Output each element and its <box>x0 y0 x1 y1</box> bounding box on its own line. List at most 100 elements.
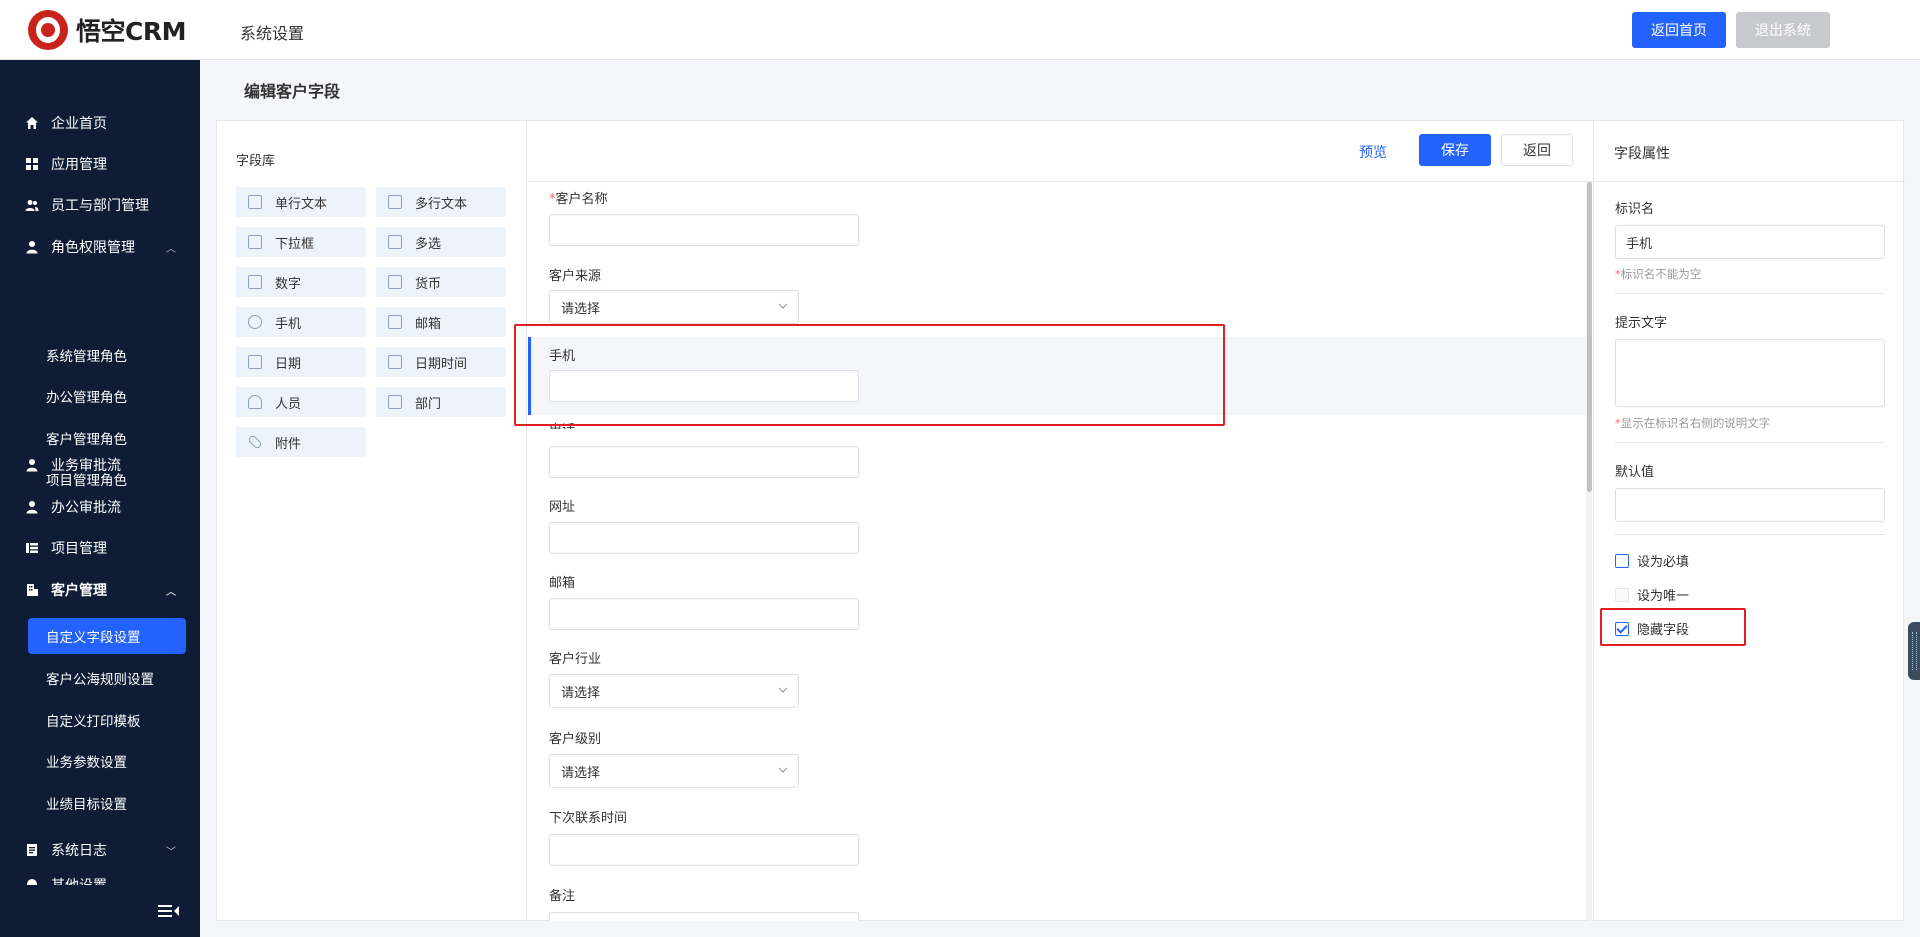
sidebar-subitem-system-roles[interactable]: 系统管理角色 <box>28 337 186 373</box>
sidebar-subitem-performance-goals[interactable]: 业绩目标设置 <box>28 785 186 821</box>
datetime-icon <box>388 355 402 369</box>
library-item-dropdown[interactable]: 下拉框 <box>236 227 366 257</box>
sidebar-item-other-settings[interactable]: 其他设置 <box>0 873 200 885</box>
hidden-field-checkbox[interactable]: 隐藏字段 <box>1615 619 1689 638</box>
chevron-up-icon: ︿ <box>166 586 176 598</box>
person-icon <box>248 395 262 409</box>
name-label: 标识名 <box>1615 202 1655 217</box>
exit-button[interactable]: 退出系统 <box>1736 12 1830 48</box>
telephone-input[interactable] <box>549 446 859 478</box>
library-item-multi-select[interactable]: 多选 <box>376 227 506 257</box>
user-icon <box>26 459 38 472</box>
divider <box>1615 442 1885 443</box>
field-library: 字段库 单行文本 多行文本 下拉框 多选 数字 货币 手机 邮箱 日期 日期时间… <box>216 120 527 921</box>
field-label-customer-name: *客户名称 <box>549 192 608 207</box>
library-item-single-text[interactable]: 单行文本 <box>236 187 366 217</box>
level-select[interactable]: 请选择 <box>549 754 799 788</box>
phone-icon <box>248 315 262 329</box>
library-item-date[interactable]: 日期 <box>236 347 366 377</box>
chevron-down-icon: ﹀ <box>166 846 176 858</box>
library-item-datetime[interactable]: 日期时间 <box>376 347 506 377</box>
mobile-input[interactable] <box>549 370 859 402</box>
home-button[interactable]: 返回首页 <box>1632 12 1726 48</box>
sidebar-item-staff[interactable]: 员工与部门管理 <box>0 188 200 222</box>
monkey-logo-icon <box>28 10 68 50</box>
mail-icon <box>388 315 402 329</box>
log-icon <box>27 844 37 856</box>
sidebar: 企业首页 应用管理 员工与部门管理 角色权限管理 ︿ 系统管理角色 办公管理角色… <box>0 60 200 937</box>
tip-hint: *显示在标识名右侧的说明文字 <box>1615 416 1771 430</box>
library-item-person[interactable]: 人员 <box>236 387 366 417</box>
sidebar-item-customers[interactable]: 客户管理 ︿ <box>0 573 200 607</box>
app-logo[interactable]: 悟空CRM <box>28 10 186 50</box>
customer-source-select[interactable]: 请选择 <box>549 290 799 324</box>
next-contact-input[interactable] <box>549 834 859 866</box>
customer-name-input[interactable] <box>549 214 859 246</box>
library-item-attachment[interactable]: 附件 <box>236 427 366 457</box>
user-icon <box>26 241 38 254</box>
form-canvas: *客户名称 客户来源 请选择 手机 电话 网址 邮箱 客户行业 请选择 客户级别… <box>528 182 1586 921</box>
library-item-department[interactable]: 部门 <box>376 387 506 417</box>
library-item-phone[interactable]: 手机 <box>236 307 366 337</box>
page-title: 编辑客户字段 <box>244 82 341 101</box>
remark-input[interactable] <box>549 912 859 921</box>
date-icon <box>248 355 262 369</box>
sidebar-subitem-pool-rules[interactable]: 客户公海规则设置 <box>28 660 186 696</box>
collapse-menu-icon[interactable] <box>158 903 180 919</box>
industry-select[interactable]: 请选择 <box>549 674 799 708</box>
sidebar-item-system-log[interactable]: 系统日志 ﹀ <box>0 833 200 867</box>
sidebar-subitem-custom-fields[interactable]: 自定义字段设置 <box>28 618 186 654</box>
dropdown-icon <box>248 235 262 249</box>
name-hint: *标识名不能为空 <box>1615 267 1702 281</box>
side-drawer-handle[interactable] <box>1908 622 1920 680</box>
sidebar-item-apps[interactable]: 应用管理 <box>0 147 200 181</box>
field-label-website: 网址 <box>549 500 576 515</box>
sidebar-subitem-business-params[interactable]: 业务参数设置 <box>28 743 186 779</box>
library-item-currency[interactable]: 货币 <box>376 267 506 297</box>
website-input[interactable] <box>549 522 859 554</box>
field-properties-panel: 字段属性 标识名 手机 *标识名不能为空 提示文字 *显示在标识名右侧的说明文字… <box>1593 120 1905 921</box>
tip-label: 提示文字 <box>1615 316 1668 331</box>
checkbox-icon <box>388 235 402 249</box>
chevron-down-icon <box>778 687 788 693</box>
chevron-down-icon <box>778 767 788 773</box>
sidebar-subitem-office-roles[interactable]: 办公管理角色 <box>28 378 186 414</box>
building-icon <box>27 584 38 596</box>
library-item-number[interactable]: 数字 <box>236 267 366 297</box>
default-value-input[interactable] <box>1615 488 1885 522</box>
library-item-multi-text[interactable]: 多行文本 <box>376 187 506 217</box>
form-scrollbar-thumb[interactable] <box>1587 182 1592 492</box>
library-title: 字段库 <box>236 154 276 169</box>
checkbox-checked-icon <box>1615 621 1629 636</box>
field-label-next-contact: 下次联系时间 <box>549 811 628 826</box>
tip-textarea[interactable] <box>1615 339 1885 407</box>
field-label-mobile: 手机 <box>549 349 576 364</box>
back-button[interactable]: 返回 <box>1501 134 1573 166</box>
number-icon <box>248 275 262 289</box>
preview-link[interactable]: 预览 <box>1359 142 1387 162</box>
department-icon <box>388 395 402 409</box>
unique-checkbox[interactable]: 设为唯一 <box>1615 585 1689 604</box>
field-label-industry: 客户行业 <box>549 652 602 667</box>
required-checkbox[interactable]: 设为必填 <box>1615 551 1689 570</box>
sidebar-item-business-approval[interactable]: 业务审批流 <box>0 448 200 482</box>
email-input[interactable] <box>549 598 859 630</box>
page-section-title: 系统设置 <box>240 24 305 43</box>
currency-icon <box>388 275 402 289</box>
sidebar-subitem-print-template[interactable]: 自定义打印模板 <box>28 702 186 738</box>
sidebar-item-projects[interactable]: 项目管理 <box>0 531 200 565</box>
field-label-level: 客户级别 <box>549 732 602 747</box>
grid-icon <box>26 158 38 170</box>
home-icon <box>26 117 38 129</box>
save-button[interactable]: 保存 <box>1419 134 1491 166</box>
divider <box>1615 534 1885 535</box>
chevron-down-icon <box>778 303 788 309</box>
sidebar-item-office-approval[interactable]: 办公审批流 <box>0 490 200 524</box>
field-label-telephone: 电话 <box>549 419 575 429</box>
sidebar-item-home[interactable]: 企业首页 <box>0 106 200 140</box>
library-item-email[interactable]: 邮箱 <box>376 307 506 337</box>
multi-text-icon <box>388 195 402 209</box>
attachment-icon <box>247 434 263 450</box>
sidebar-item-roles[interactable]: 角色权限管理 ︿ <box>0 230 200 264</box>
field-name-input[interactable]: 手机 <box>1615 225 1885 259</box>
